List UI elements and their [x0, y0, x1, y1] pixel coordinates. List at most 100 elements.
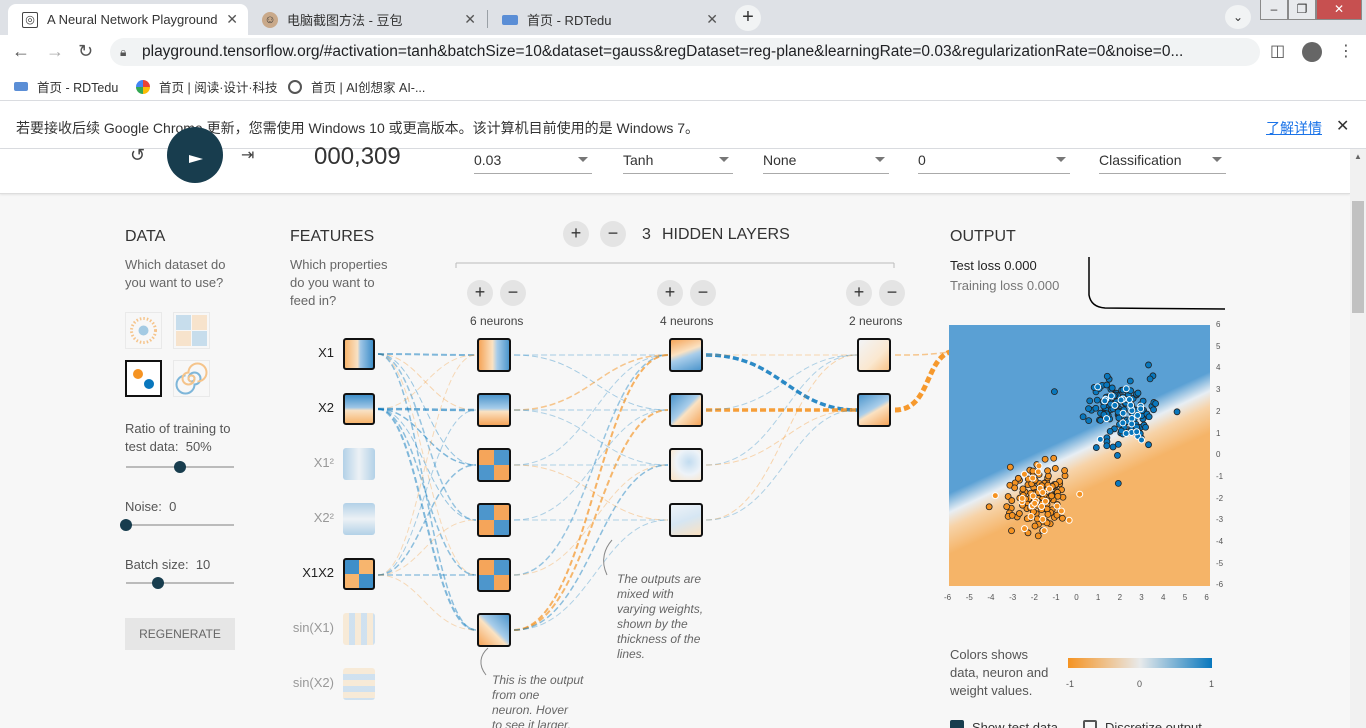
- test-data-point: [1031, 499, 1039, 507]
- remove-neuron-button-layer1[interactable]: −: [500, 280, 526, 306]
- feature-sin-x1-node[interactable]: [343, 613, 375, 645]
- x-tick-label: -1: [1052, 593, 1060, 602]
- y-tick-label: 3: [1216, 385, 1221, 395]
- add-layer-button[interactable]: +: [563, 221, 589, 247]
- test-data-point: [1117, 396, 1125, 404]
- neuron-annotation: This is the output from one neuron. Hove…: [492, 673, 583, 728]
- data-point: [1146, 375, 1154, 383]
- feature-x1x2-node[interactable]: [343, 558, 375, 590]
- x-tick-label: 6: [1204, 593, 1209, 602]
- discretize-output-checkbox[interactable]: [1083, 720, 1097, 728]
- annotation-line: thickness of the: [617, 632, 701, 646]
- data-point: [1019, 485, 1027, 493]
- data-point: [1014, 474, 1022, 482]
- neuron-l2-3[interactable]: [669, 448, 703, 482]
- data-point: [1086, 397, 1094, 405]
- test-data-point: [1137, 405, 1145, 413]
- neuron-l3-2[interactable]: [857, 393, 891, 427]
- link: [377, 353, 477, 631]
- data-point: [1114, 452, 1121, 459]
- annotation-line: This is the output: [492, 673, 584, 687]
- layer2-neuron-count: 4 neurons: [660, 314, 714, 328]
- data-point: [1145, 361, 1152, 369]
- add-neuron-button-layer3[interactable]: +: [846, 280, 872, 306]
- link: [513, 464, 669, 521]
- x-tick-label: -4: [987, 593, 995, 602]
- annotation-line: varying weights,: [617, 602, 704, 616]
- test-data-point: [1029, 492, 1037, 500]
- feature-x1-node[interactable]: [343, 338, 375, 370]
- x-tick-label: 1: [1095, 593, 1101, 602]
- data-point: [1142, 423, 1149, 431]
- data-point: [1097, 416, 1104, 424]
- neuron-l3-1[interactable]: [857, 338, 891, 372]
- feature-x2-node[interactable]: [343, 393, 375, 425]
- neuron-l1-1[interactable]: [477, 338, 511, 372]
- neuron-l2-1[interactable]: [669, 338, 703, 372]
- link: [705, 409, 858, 521]
- neuron-l1-6[interactable]: [477, 613, 511, 647]
- show-test-data-checkbox[interactable]: [950, 720, 964, 728]
- data-point: [1044, 467, 1051, 475]
- layer3-neuron-count: 2 neurons: [849, 314, 903, 328]
- output-heading: OUTPUT: [950, 228, 1016, 245]
- y-tick-label: 4: [1216, 363, 1221, 373]
- data-point: [1008, 511, 1016, 519]
- feature-x1-squared-node[interactable]: [343, 448, 375, 480]
- link: [705, 353, 858, 412]
- annotation-line: The outputs are: [617, 572, 702, 586]
- test-data-point: [1107, 392, 1115, 400]
- x-tick-label: -3: [1009, 593, 1017, 602]
- remove-neuron-button-layer2[interactable]: −: [690, 280, 716, 306]
- neuron-l1-4[interactable]: [477, 503, 511, 537]
- test-data-point: [1035, 462, 1043, 470]
- neuron-l1-2[interactable]: [477, 393, 511, 427]
- neuron-l2-4[interactable]: [669, 503, 703, 537]
- y-tick-label: 2: [1216, 406, 1221, 416]
- data-point: [1061, 467, 1068, 474]
- add-neuron-button-layer2[interactable]: +: [657, 280, 683, 306]
- output-heatmap[interactable]: [949, 325, 1210, 586]
- test-data-point: [1122, 385, 1130, 393]
- add-neuron-button-layer1[interactable]: +: [467, 280, 493, 306]
- feature-sin-x2-node[interactable]: [343, 668, 375, 700]
- data-point: [1015, 510, 1023, 517]
- link: [377, 407, 477, 412]
- x-tick-label: -2: [1030, 593, 1038, 602]
- test-data-point: [1096, 435, 1104, 443]
- test-loss-value: 0.000: [1004, 258, 1037, 273]
- x-tick-label: 2: [1117, 593, 1123, 602]
- neuron-l1-5[interactable]: [477, 558, 511, 592]
- link: [894, 349, 952, 413]
- x-tick-label: 0: [1074, 593, 1079, 602]
- legend-tick-max: 1: [1209, 679, 1215, 689]
- data-point: [1048, 492, 1055, 500]
- test-data-point: [1125, 396, 1133, 404]
- annotation-pointer: [480, 647, 489, 676]
- neuron-l1-3[interactable]: [477, 448, 511, 482]
- data-point: [1173, 408, 1181, 416]
- test-data-point: [1119, 409, 1127, 417]
- neuron-l2-2[interactable]: [669, 393, 703, 427]
- feature-x2-squared-node[interactable]: [343, 503, 375, 535]
- test-data-point: [991, 492, 999, 500]
- data-point: [1114, 440, 1122, 448]
- data-point: [1031, 522, 1039, 530]
- data-point: [1085, 405, 1092, 413]
- test-data-point: [1029, 474, 1037, 482]
- data-point: [1059, 514, 1066, 522]
- color-legend-bar: [1068, 658, 1212, 668]
- test-data-point: [1053, 502, 1061, 510]
- remove-layer-button[interactable]: −: [600, 221, 626, 247]
- annotation-pointer: [603, 539, 613, 576]
- test-data-point: [1101, 397, 1109, 405]
- link: [377, 408, 477, 521]
- hidden-layers-count: 3: [642, 226, 651, 243]
- data-point: [1006, 463, 1014, 471]
- x-tick-label: -5: [965, 593, 973, 602]
- output-x-axis: -6 -5 -4 -3 -2 -1 0 1 2 3 4 5 6: [944, 593, 1216, 605]
- data-point: [1044, 510, 1052, 518]
- data-point: [1051, 388, 1058, 396]
- remove-neuron-button-layer3[interactable]: −: [879, 280, 905, 306]
- test-data-point: [1027, 513, 1035, 521]
